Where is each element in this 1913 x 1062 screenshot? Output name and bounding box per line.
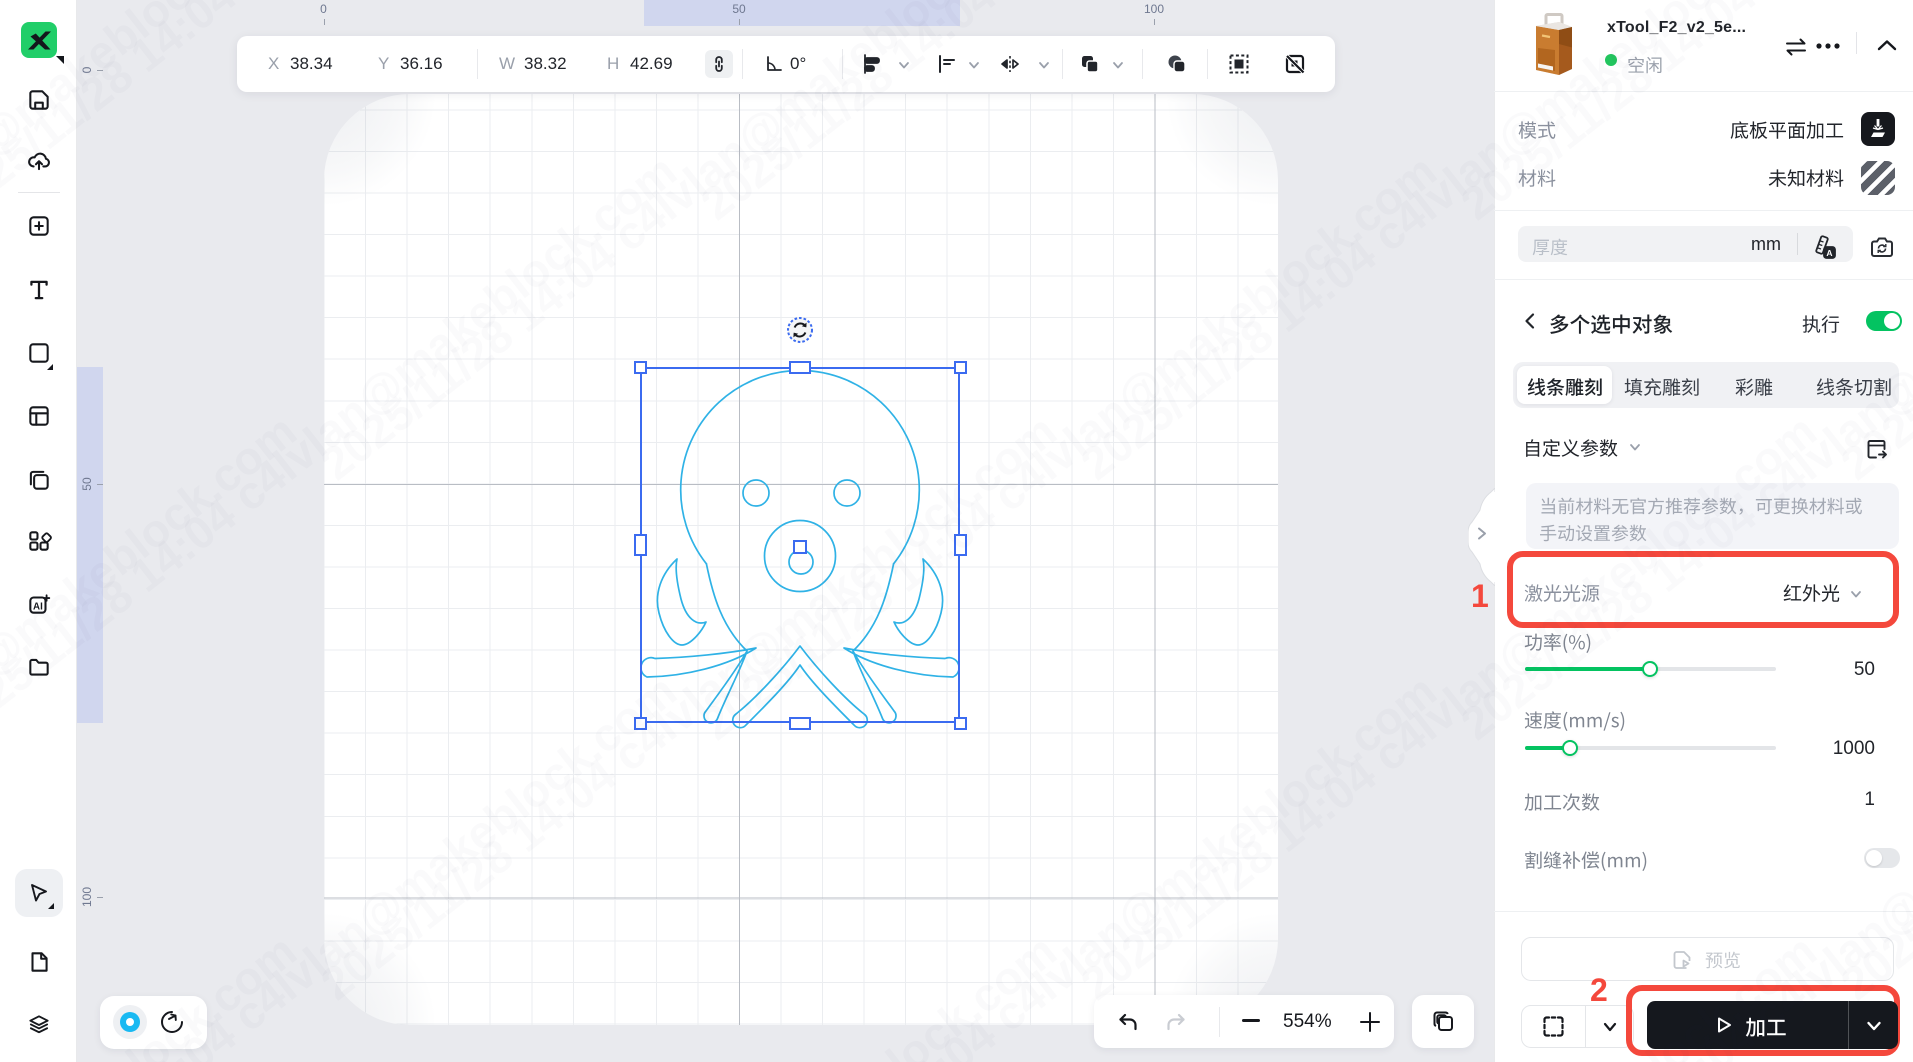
svg-text:AI: AI [33, 601, 43, 612]
svg-text:A: A [1826, 248, 1832, 258]
